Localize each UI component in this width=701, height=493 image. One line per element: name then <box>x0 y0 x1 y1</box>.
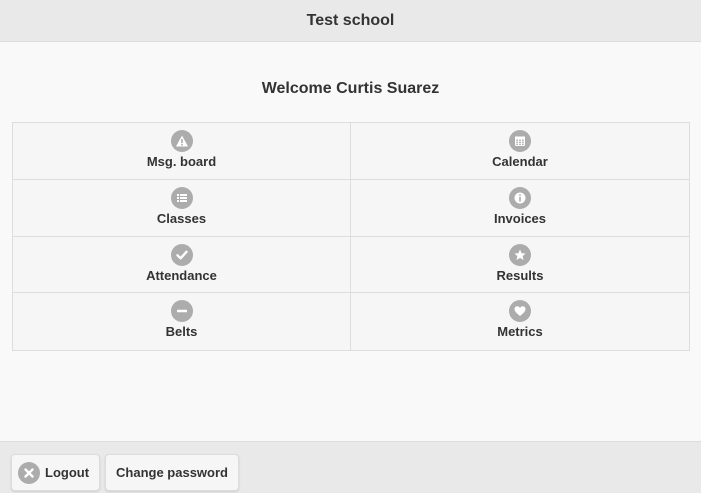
menu-item-msg-board[interactable]: Msg. board <box>13 123 351 180</box>
menu-grid: Msg. board Calendar Classes Invoices Att… <box>12 122 690 351</box>
menu-item-invoices[interactable]: Invoices <box>351 180 689 237</box>
welcome-message: Welcome Curtis Suarez <box>261 80 440 97</box>
calendar-icon <box>509 130 531 152</box>
menu-item-label: Calendar <box>492 154 548 169</box>
menu-item-attendance[interactable]: Attendance <box>13 236 351 294</box>
menu-item-label: Attendance <box>146 267 217 283</box>
info-icon <box>509 186 531 209</box>
change-password-button[interactable]: Change password <box>105 454 239 491</box>
star-icon <box>509 243 531 266</box>
menu-item-label: Msg. board <box>146 154 217 169</box>
change-password-label: Change password <box>116 465 228 480</box>
close-icon <box>18 461 40 484</box>
menu-item-label: Metrics <box>497 324 543 340</box>
check-icon <box>170 243 193 266</box>
menu-item-classes[interactable]: Classes <box>13 179 351 237</box>
list-icon <box>170 186 193 209</box>
menu-item-label: Invoices <box>493 210 547 226</box>
logout-button[interactable]: Logout <box>11 454 100 491</box>
menu-item-label: Classes <box>156 210 207 226</box>
menu-item-label: Results <box>496 267 544 283</box>
app-header: Test school <box>0 0 701 42</box>
menu-item-results[interactable]: Results <box>351 237 689 294</box>
menu-item-metrics[interactable]: Metrics <box>351 293 689 350</box>
alert-icon <box>170 130 193 152</box>
page-title: Test school <box>306 12 395 29</box>
app-footer: Logout Change password <box>0 441 701 493</box>
logout-label: Logout <box>45 465 90 480</box>
minus-icon <box>170 300 193 323</box>
heart-icon <box>509 300 531 323</box>
menu-item-belts[interactable]: Belts <box>13 293 351 350</box>
menu-item-calendar[interactable]: Calendar <box>351 123 689 180</box>
menu-item-label: Belts <box>165 324 198 340</box>
